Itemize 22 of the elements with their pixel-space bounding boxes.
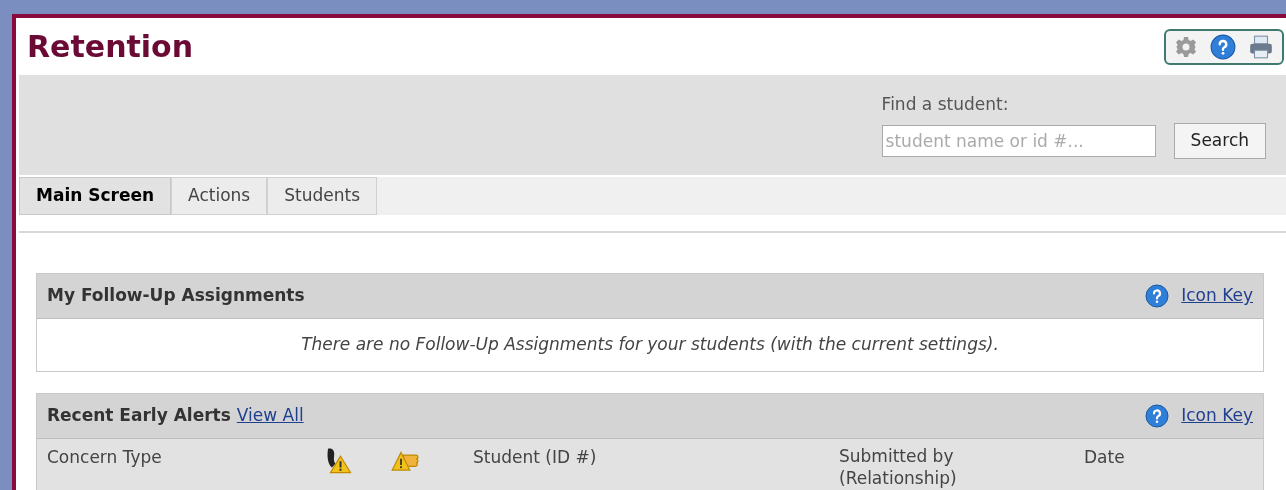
print-icon[interactable] [1248, 33, 1274, 60]
page-title: Retention [27, 28, 194, 66]
tab[interactable]: Actions [171, 177, 268, 215]
panel-title: Recent Early Alerts [47, 404, 231, 428]
search-label: Find a student: [881, 92, 1010, 116]
settings-icon[interactable] [1174, 34, 1198, 59]
column-header: Date [1084, 446, 1125, 469]
empty-message: There are no Follow-Up Assignments for your students (with the current settings). [301, 333, 999, 357]
tab[interactable]: Students [267, 177, 377, 215]
icon-key-link[interactable]: Icon Key [1181, 283, 1253, 309]
help-icon[interactable] [1145, 284, 1170, 308]
column-header: Submitted by (Relationship) [839, 445, 958, 489]
help-icon[interactable] [1210, 33, 1236, 60]
search-button[interactable]: Search [1173, 123, 1266, 159]
tab[interactable]: Main Screen [19, 177, 172, 215]
search-field[interactable]: student name or id #... [881, 125, 1156, 157]
help-icon[interactable] [1145, 404, 1170, 428]
panel-title: My Follow-Up Assignments [47, 284, 305, 308]
column-header: Student (ID #) [473, 446, 598, 469]
icon-key-link[interactable]: Icon Key [1181, 403, 1253, 429]
column-header: Concern Type [47, 446, 163, 469]
view-all-link[interactable]: View All [236, 403, 304, 429]
